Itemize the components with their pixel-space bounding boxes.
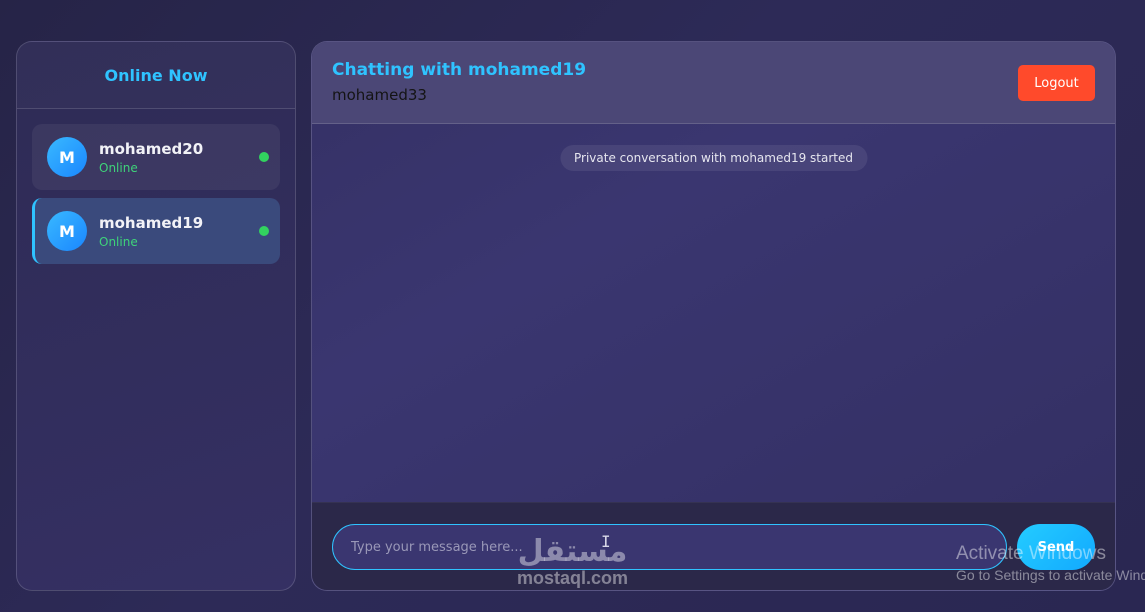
logout-button[interactable]: Logout [1018,65,1095,101]
user-list: M mohamed20 Online M mohamed19 Online [17,109,295,264]
activate-subtitle: Go to Settings to activate Windows. [956,567,1145,583]
watermark-latin: mostaql.com [516,568,629,588]
avatar: M [47,211,87,251]
avatar: M [47,137,87,177]
sidebar-title: Online Now [104,65,208,85]
user-info: mohamed19 Online [99,214,203,249]
chat-title: Chatting with mohamed19 [332,60,587,80]
message-area[interactable]: Private conversation with mohamed19 star… [312,124,1115,504]
chat-panel: Chatting with mohamed19 mohamed33 Logout… [311,41,1116,591]
online-users-sidebar: Online Now M mohamed20 Online M mohamed1… [16,41,296,591]
user-name: mohamed19 [99,213,204,232]
user-item-mohamed19[interactable]: M mohamed19 Online [32,198,280,264]
sidebar-header: Online Now [17,42,295,109]
chat-header: Chatting with mohamed19 mohamed33 Logout [312,42,1115,124]
mostaql-watermark: مستقل mostaql.com [500,536,645,589]
user-status: Online [99,160,138,175]
message-input[interactable] [332,524,1007,570]
online-dot-icon [259,152,269,162]
activate-title: Activate Windows [956,543,1106,564]
current-username: mohamed33 [332,86,427,104]
user-info: mohamed20 Online [99,140,203,175]
online-dot-icon [259,226,269,236]
user-item-mohamed20[interactable]: M mohamed20 Online [32,124,280,190]
system-message: Private conversation with mohamed19 star… [559,145,868,171]
user-status: Online [99,234,138,249]
user-name: mohamed20 [99,139,204,158]
watermark-arabic: مستقل [517,534,628,569]
activate-windows-watermark: Activate Windows Go to Settings to activ… [956,543,1145,583]
